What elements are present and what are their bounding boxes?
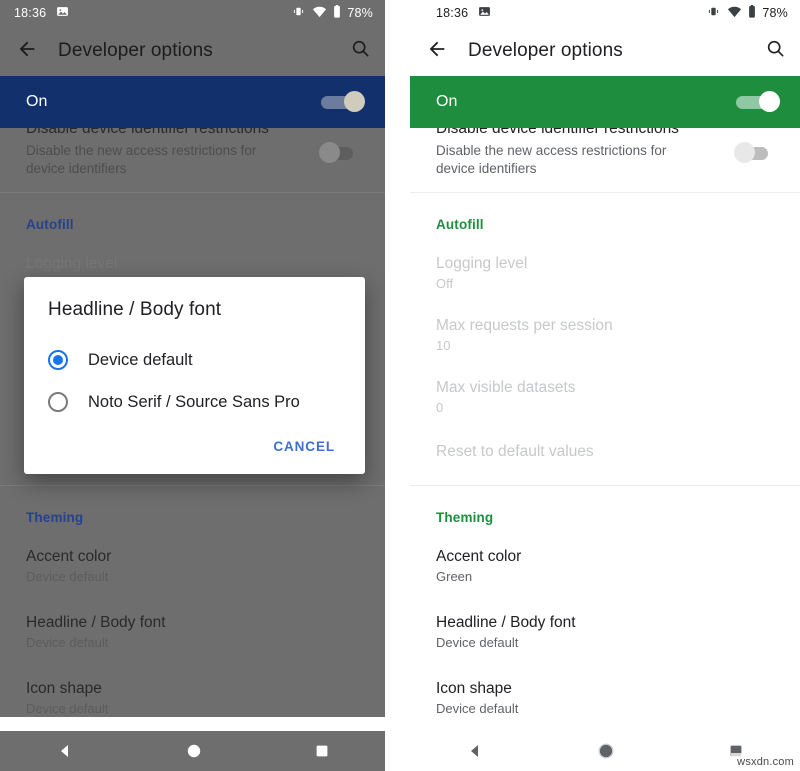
status-bar-right: 18:36 78% [410,0,800,26]
back-arrow-icon[interactable] [16,38,38,65]
section-header-autofill: Autofill [26,217,74,232]
section-header-autofill: Autofill [436,217,484,232]
dialog-option-label: Noto Serif / Source Sans Pro [88,392,300,411]
page-title: Developer options [58,40,213,61]
nav-recents-square-icon[interactable] [315,744,329,758]
search-icon[interactable] [765,38,786,64]
status-bar-left: 18:36 78% [0,0,385,26]
page-title: Developer options [468,40,623,61]
radio-unselected-icon[interactable] [48,392,68,412]
back-arrow-icon[interactable] [426,38,448,65]
dev-identifier-title-cutoff: Disable device identifier restrictions [26,128,269,137]
dialog-option-noto-serif[interactable]: Noto Serif / Source Sans Pro [24,381,365,423]
list-item-title: Accent color [26,548,112,565]
list-item-max-visible-datasets[interactable]: Max visible datasets 0 [410,354,800,416]
image-icon [478,5,491,21]
list-item-title: Logging level [436,255,528,272]
list-item-headline-body-font[interactable]: Headline / Body font Device default [0,585,385,651]
list-item-value: Device default [26,635,109,650]
list-item-value: Device default [26,701,109,716]
dev-identifier-toggle[interactable] [734,142,780,164]
list-item-title: Max visible datasets [436,379,576,396]
list-item-disable-device-identifier[interactable]: Disable the new access restrictions for … [410,138,800,192]
list-item-value: Green [436,569,473,584]
developer-options-master-switch-row[interactable]: On [0,76,385,128]
screenshot-stage: 18:36 78% Developer options On Disable d… [0,0,800,771]
headline-body-font-dialog: Headline / Body font Device default Noto… [24,277,365,474]
list-item-icon-shape[interactable]: Icon shape Device default [0,651,385,717]
master-switch-toggle[interactable] [734,91,780,113]
vibrate-icon [291,5,306,21]
master-switch-label: On [436,93,458,110]
list-item-value: 10 [436,338,451,353]
list-item-title: Max requests per session [436,317,613,334]
list-item-accent-color[interactable]: Accent color Green [410,525,800,585]
list-item-reset-defaults[interactable]: Reset to default values [410,416,800,485]
developer-options-master-switch-row[interactable]: On [410,76,800,128]
search-icon[interactable] [350,38,371,64]
app-bar-right: Developer options [410,26,800,76]
nav-back-triangle-icon[interactable] [467,743,483,759]
list-item-icon-shape[interactable]: Icon shape Device default [410,651,800,739]
list-item-title: Headline / Body font [436,614,576,631]
list-item-headline-body-font[interactable]: Headline / Body font Device default [410,585,800,651]
dev-identifier-title-cutoff: Disable device identifier restrictions [436,128,679,137]
dialog-option-device-default[interactable]: Device default [24,339,365,381]
list-item-max-requests[interactable]: Max requests per session 10 [410,292,800,354]
battery-icon [748,5,756,21]
list-item-title: Accent color [436,548,522,565]
master-switch-toggle[interactable] [319,91,365,113]
list-item-title: Icon shape [26,680,102,697]
settings-list-right: Disable device identifier restrictions D… [410,128,800,740]
battery-icon [333,5,341,21]
list-item-accent-color[interactable]: Accent color Device default [0,525,385,585]
watermark: wsxdn.com [731,753,800,771]
dialog-title: Headline / Body font [48,299,222,320]
nav-home-circle-icon[interactable] [598,743,614,759]
status-time: 18:36 [436,6,469,20]
list-item-value: Device default [436,701,519,716]
phone-screen-right: 18:36 78% Developer options On Disable d… [410,0,800,771]
list-item-value: Device default [436,635,519,650]
dialog-option-label: Device default [88,350,193,369]
dialog-actions: CANCEL [24,423,365,466]
navigation-bar-left [0,731,385,771]
list-item-title: Reset to default values [436,443,594,460]
master-switch-label: On [26,93,48,110]
status-time: 18:36 [14,6,47,20]
dev-identifier-toggle[interactable] [319,142,365,164]
radio-selected-icon[interactable] [48,350,68,370]
list-item-value: Device default [26,569,109,584]
image-icon [56,5,69,21]
list-item-title: Headline / Body font [26,614,166,631]
battery-percent: 78% [762,6,788,20]
wifi-icon [727,6,742,21]
section-header-theming: Theming [26,510,84,525]
nav-back-triangle-icon[interactable] [57,743,73,759]
phone-screen-left: 18:36 78% Developer options On Disable d… [0,0,385,771]
list-item-value: 0 [436,400,444,415]
dev-identifier-subtitle-line2: device identifiers [436,161,537,176]
nav-home-circle-icon[interactable] [186,743,202,759]
list-item-disable-device-identifier[interactable]: Disable the new access restrictions for … [0,138,385,192]
cancel-button[interactable]: CANCEL [265,433,343,460]
section-header-theming: Theming [436,510,494,525]
list-item-logging-level[interactable]: Logging level Off [410,232,800,292]
dev-identifier-subtitle-line1: Disable the new access restrictions for [436,143,667,158]
wifi-icon [312,6,327,21]
list-item-title: Icon shape [436,680,512,697]
dev-identifier-subtitle-line2: device identifiers [26,161,127,176]
battery-percent: 78% [347,6,373,20]
dev-identifier-subtitle-line1: Disable the new access restrictions for [26,143,257,158]
list-item-value: Off [436,276,454,291]
app-bar-left: Developer options [0,26,385,76]
list-item-title: Logging level [26,255,118,272]
vibrate-icon [706,5,721,21]
